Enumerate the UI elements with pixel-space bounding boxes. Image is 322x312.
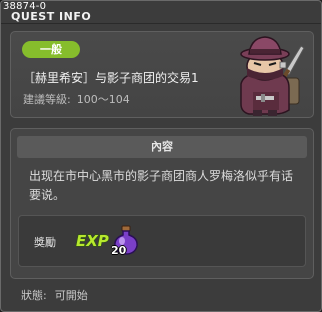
content-section-header: 內容 <box>17 136 307 158</box>
quest-status: 狀態: 可開始 <box>21 287 88 303</box>
quest-content-panel: 內容 出现在市中心黑市的影子商团商人罗梅洛似乎有话要说。 獎勵 EXP 20 <box>10 128 314 279</box>
status-label: 狀態: <box>21 289 47 302</box>
quest-name: ［赫里希安］与影子商团的交易1 <box>23 71 199 85</box>
quest-info-window: 38874-0 QUEST INFO 一般 ［赫里希安］与影子商团的交易1 建議… <box>0 0 322 312</box>
exp-icon-text: EXP <box>76 232 109 250</box>
quest-level-label: 建議等級: <box>23 93 71 106</box>
reward-box: 獎勵 EXP 20 <box>18 215 306 267</box>
potion-count: 20 <box>111 244 127 257</box>
npc-portrait <box>240 36 305 116</box>
quest-category-badge: 一般 <box>22 41 80 58</box>
quest-description: 出现在市中心黑市的影子商团商人罗梅洛似乎有话要说。 <box>29 169 294 202</box>
reward-label: 獎勵 <box>34 236 56 249</box>
quest-header-panel: 一般 ［赫里希安］与影子商团的交易1 建議等級: 100～104 <box>10 31 314 118</box>
status-value: 可開始 <box>54 289 88 302</box>
quest-level-value: 100～104 <box>76 93 130 106</box>
title-divider <box>1 23 321 24</box>
window-title: QUEST INFO <box>11 10 92 23</box>
quest-level: 建議等級: 100～104 <box>23 91 130 107</box>
exp-icon[interactable]: EXP <box>75 229 110 251</box>
